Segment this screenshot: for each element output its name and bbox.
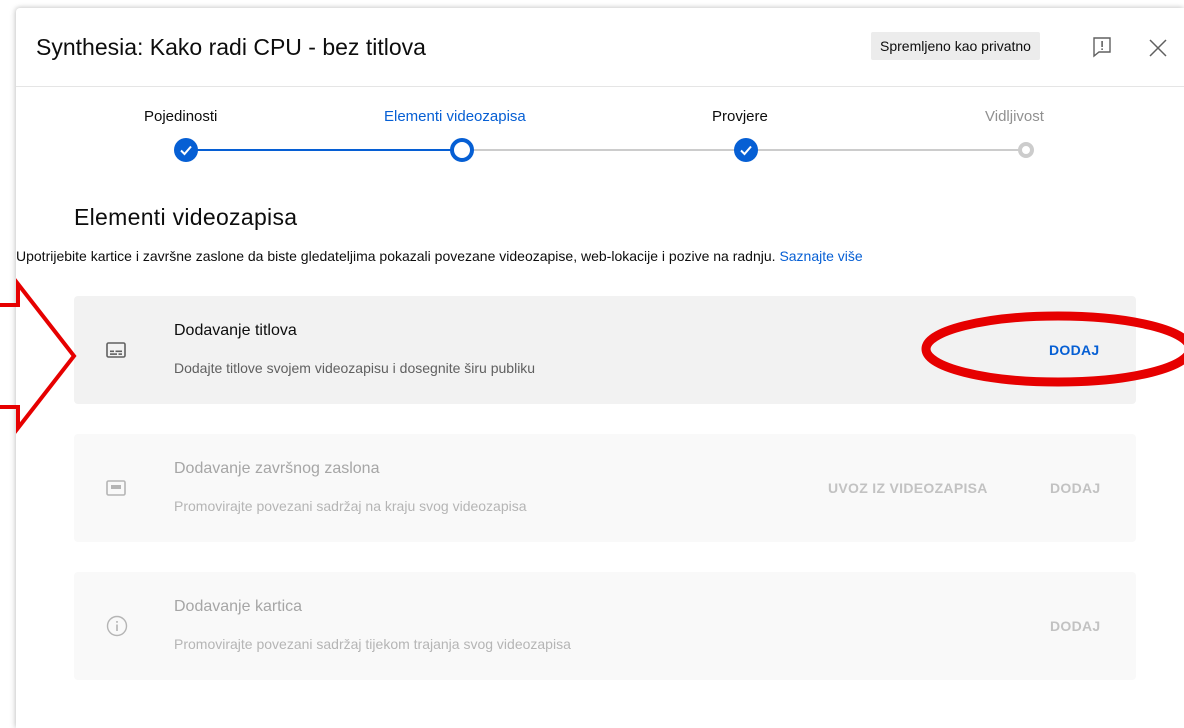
step-checks-label[interactable]: Provjere — [712, 108, 768, 125]
info-icon — [106, 615, 128, 637]
card-subtitle: Promovirajte povezani sadržaj na kraju s… — [174, 498, 527, 514]
step-video-elements-label[interactable]: Elementi videozapisa — [384, 108, 526, 125]
step-visibility-label[interactable]: Vidljivost — [985, 108, 1044, 125]
add-end-screen-card: Dodavanje završnog zaslona Promovirajte … — [74, 434, 1136, 542]
learn-more-link[interactable]: Saznajte više — [779, 248, 862, 264]
saved-status-badge: Spremljeno kao privatno — [871, 32, 1040, 60]
card-title: Dodavanje titlova — [174, 322, 297, 339]
add-subtitles-card: Dodavanje titlova Dodajte titlove svojem… — [74, 296, 1136, 404]
video-title: Synthesia: Kako radi CPU - bez titlova — [36, 34, 426, 60]
check-icon — [180, 145, 192, 156]
step-video-elements-dot[interactable] — [450, 138, 474, 162]
video-details-dialog: Synthesia: Kako radi CPU - bez titlova S… — [16, 8, 1184, 728]
card-title: Dodavanje završnog zaslona — [174, 460, 380, 477]
upload-stepper: Pojedinosti Elementi videozapisa Provjer… — [16, 108, 1184, 178]
card-title: Dodavanje kartica — [174, 598, 303, 615]
card-subtitle: Promovirajte povezani sadržaj tijekom tr… — [174, 636, 571, 652]
step-visibility-dot[interactable] — [1018, 142, 1034, 158]
feedback-flag-icon — [1093, 37, 1111, 58]
close-icon — [1149, 39, 1167, 57]
card-subtitle: Dodajte titlove svojem videozapisu i dos… — [174, 360, 536, 376]
check-icon — [740, 145, 752, 156]
section-description: Upotrijebite kartice i završne zaslone d… — [16, 248, 863, 264]
step-details-label[interactable]: Pojedinosti — [144, 108, 217, 125]
feedback-button[interactable] — [1088, 33, 1116, 61]
page: Synthesia: Kako radi CPU - bez titlova S… — [0, 0, 1184, 728]
close-button[interactable] — [1144, 34, 1172, 62]
step-details-dot[interactable] — [174, 138, 198, 162]
add-end-screen-button[interactable]: DODAJ — [1050, 480, 1101, 496]
add-cards-card: Dodavanje kartica Promovirajte povezani … — [74, 572, 1136, 680]
section-title: Elementi videozapisa — [74, 204, 298, 230]
section-description-text: Upotrijebite kartice i završne zaslone d… — [16, 248, 776, 264]
add-cards-button[interactable]: DODAJ — [1050, 618, 1101, 634]
import-from-video-button[interactable]: UVOZ IZ VIDEOZAPISA — [828, 480, 988, 496]
dialog-header: Synthesia: Kako radi CPU - bez titlova S… — [16, 8, 1184, 87]
step-checks-dot[interactable] — [734, 138, 758, 162]
step-connector-1 — [186, 149, 462, 151]
add-subtitles-button[interactable]: DODAJ — [1049, 342, 1100, 358]
subtitles-icon — [106, 342, 126, 358]
end-screen-icon — [106, 480, 126, 496]
